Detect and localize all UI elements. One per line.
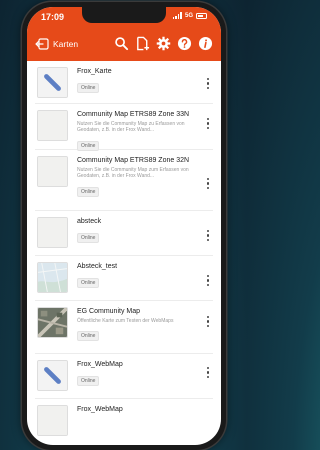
status-time: 17:09 [41, 12, 65, 22]
signal-icon [172, 12, 182, 19]
more-options-icon[interactable] [205, 78, 211, 89]
battery-icon [196, 12, 207, 19]
more-options-icon[interactable] [205, 367, 211, 378]
more-options-icon[interactable] [205, 275, 211, 286]
status-indicators: 5G [172, 12, 207, 19]
map-thumbnail [37, 262, 68, 293]
phone-notch [82, 7, 166, 23]
map-info: Frox_Karte Online [77, 67, 213, 103]
map-info: EG Community Map Öffentliche Karte zum T… [77, 307, 213, 353]
status-badge: Online [77, 278, 100, 288]
status-badge: Online [77, 376, 100, 386]
network-label: 5G [184, 12, 193, 19]
status-badge: Online [77, 186, 100, 197]
map-thumbnail [37, 360, 68, 391]
list-item[interactable]: EG Community Map Öffentliche Karte zum T… [35, 301, 213, 354]
map-info: Community Map ETRS89 Zone 33N Nutzen Sie… [77, 110, 213, 151]
list-item[interactable]: Absteck_test Online [35, 256, 213, 301]
map-thumbnail [37, 156, 68, 187]
app-toolbar: Karten [27, 27, 221, 61]
list-item[interactable]: Frox_Karte Online [35, 61, 213, 104]
more-options-icon[interactable] [205, 230, 211, 241]
map-info: Absteck_test Online [77, 262, 213, 300]
toolbar-title: Karten [53, 39, 79, 49]
map-description: Nutzen Sie die Community Map zum Erfasse… [77, 167, 189, 180]
search-icon[interactable] [114, 36, 129, 51]
phone-frame: 17:09 5G Karten Frox_Karte Online Commun… [22, 2, 226, 450]
more-options-icon[interactable] [205, 118, 211, 129]
list-item[interactable]: absteck Online [35, 211, 213, 256]
map-name: EG Community Map [77, 308, 141, 315]
map-info: absteck Online [77, 217, 213, 255]
map-name: absteck [77, 218, 102, 225]
map-info: Frox_WebMap Online [77, 360, 213, 398]
map-list: Frox_Karte Online Community Map ETRS89 Z… [27, 61, 221, 439]
add-file-icon[interactable] [135, 36, 150, 51]
map-info: Community Map ETRS89 Zone 32N Nutzen Sie… [77, 156, 213, 210]
map-name: Frox_WebMap [77, 361, 123, 368]
back-arrow-icon [35, 38, 49, 50]
status-badge: Online [77, 233, 100, 243]
map-name: Frox_Karte [77, 68, 112, 75]
map-name: Frox_WebMap [77, 406, 123, 413]
back-button[interactable]: Karten [35, 38, 78, 50]
map-thumbnail [37, 67, 68, 98]
gear-icon[interactable] [156, 36, 171, 51]
map-description: Nutzen Sie die Community Map zu Erfassen… [77, 121, 185, 134]
status-badge: Online [77, 331, 100, 342]
map-description: Öffentliche Karte zum Testen der WebMaps [77, 318, 174, 324]
map-name: Absteck_test [77, 263, 118, 270]
map-thumbnail [37, 307, 68, 338]
list-item[interactable]: Frox_WebMap Online [35, 354, 213, 399]
toolbar-actions [114, 36, 213, 51]
help-icon[interactable] [177, 36, 192, 51]
app-screen: 17:09 5G Karten Frox_Karte Online Commun… [27, 7, 221, 445]
list-item[interactable]: Frox_WebMap [35, 399, 213, 439]
map-thumbnail [37, 217, 68, 248]
info-icon[interactable] [198, 36, 213, 51]
map-name: Community Map ETRS89 Zone 32N [77, 157, 190, 164]
more-options-icon[interactable] [205, 178, 211, 189]
map-info: Frox_WebMap [77, 405, 213, 439]
map-thumbnail [37, 110, 68, 141]
list-item[interactable]: Community Map ETRS89 Zone 33N Nutzen Sie… [35, 104, 213, 151]
map-thumbnail [37, 405, 68, 436]
more-options-icon[interactable] [205, 316, 211, 327]
status-badge: Online [77, 83, 100, 93]
list-item[interactable]: Community Map ETRS89 Zone 32N Nutzen Sie… [35, 150, 213, 211]
map-name: Community Map ETRS89 Zone 33N [77, 111, 190, 118]
